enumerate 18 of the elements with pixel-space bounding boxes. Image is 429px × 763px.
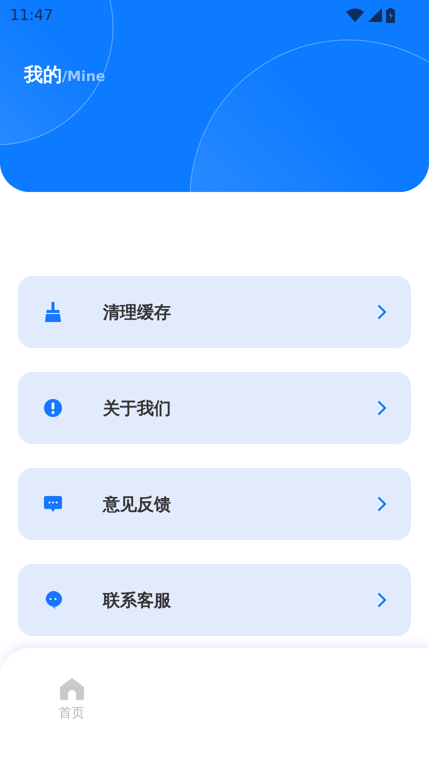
exclamation-icon [44, 399, 62, 417]
menu-item[interactable]: 联系客服 [18, 564, 411, 636]
status-time: 11:47 [10, 6, 54, 24]
chevron-right-icon [377, 496, 387, 512]
chevron-right-icon [377, 304, 387, 320]
signal-icon [368, 8, 382, 22]
message-icon [44, 496, 62, 512]
home-icon [60, 678, 84, 700]
battery-icon [386, 8, 395, 22]
menu-item[interactable]: 关于我们 [18, 372, 411, 444]
menu-item[interactable]: 清理缓存 [18, 276, 411, 348]
broom-icon [44, 302, 62, 322]
wifi-icon [346, 8, 364, 22]
menu-item[interactable]: 意见反馈 [18, 468, 411, 540]
page-title: 我的 [24, 63, 62, 88]
chat-bubble-icon [44, 591, 62, 609]
chevron-right-icon [377, 592, 387, 608]
chevron-right-icon [377, 400, 387, 416]
